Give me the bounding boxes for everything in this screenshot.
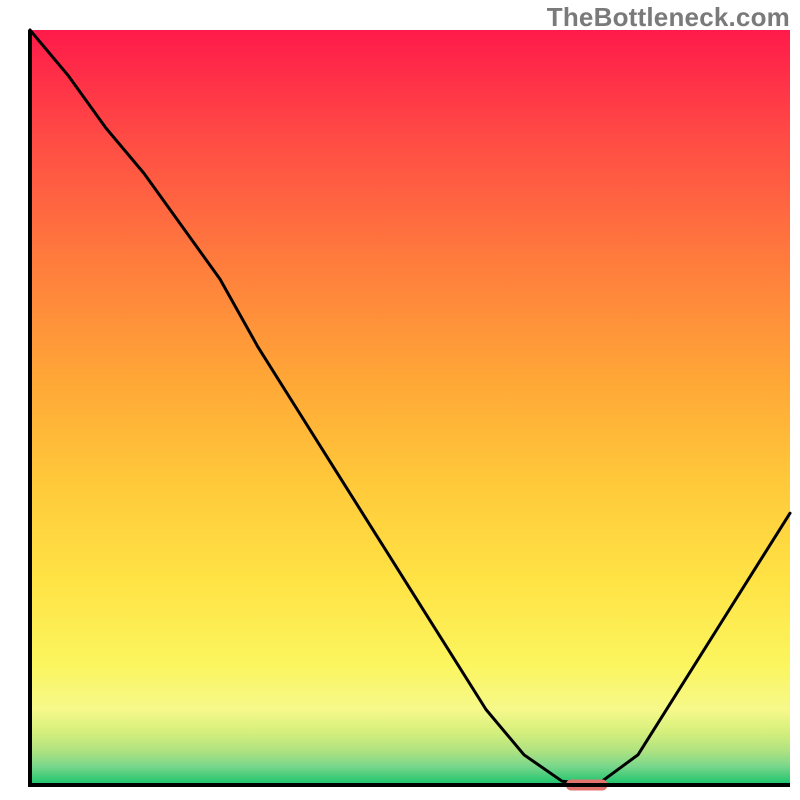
chart-container: TheBottleneck.com xyxy=(0,0,800,800)
plot-background xyxy=(30,30,790,785)
watermark-label: TheBottleneck.com xyxy=(547,2,790,33)
bottleneck-chart xyxy=(0,0,800,800)
